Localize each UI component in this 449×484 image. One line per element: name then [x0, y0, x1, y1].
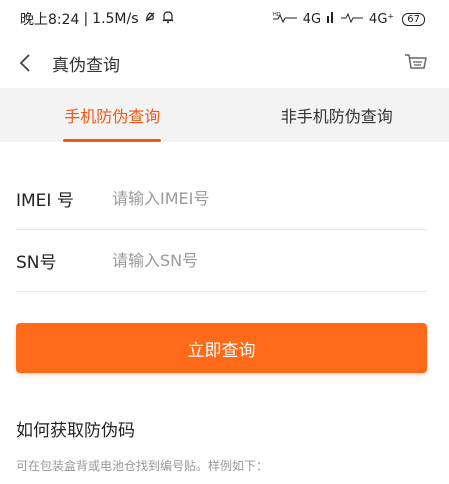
status-divider: |: [83, 11, 89, 27]
status-left: 晚上8:24 | 1.5M/s: [20, 9, 175, 29]
alarm-icon: [161, 10, 175, 28]
signal-1-label: 4G: [302, 11, 322, 27]
status-bar: 晚上8:24 | 1.5M/s HD 4G 4G⁺ 67: [0, 0, 449, 38]
nav-bar: 真伪查询: [0, 38, 449, 88]
tab-bar: 手机防伪查询 非手机防伪查询: [0, 88, 449, 142]
tab-non-phone-verify-label: 非手机防伪查询: [280, 107, 393, 126]
sn-row: SN号: [16, 229, 427, 292]
query-button[interactable]: 立即查询: [16, 323, 427, 373]
signal-bars-icon: [327, 11, 335, 27]
cart-icon[interactable]: [403, 50, 429, 76]
hd-wave-icon: HD: [272, 11, 297, 27]
imei-row: IMEI 号: [16, 167, 427, 230]
status-time: 晚上8:24: [20, 12, 80, 28]
tab-phone-verify[interactable]: 手机防伪查询: [0, 88, 225, 142]
help-title: 如何获取防伪码: [16, 421, 135, 441]
tab-non-phone-verify[interactable]: 非手机防伪查询: [225, 88, 449, 142]
page-title: 真伪查询: [52, 55, 120, 76]
sn-input[interactable]: [112, 250, 427, 270]
help-description: 可在包装盒背或电池仓找到编号贴。样例如下：: [16, 459, 269, 473]
signal-2-label: 4G⁺: [369, 11, 395, 27]
imei-input[interactable]: [112, 188, 427, 208]
tab-phone-verify-label: 手机防伪查询: [64, 107, 161, 126]
status-right: HD 4G 4G⁺ 67: [272, 11, 425, 27]
chevron-left-icon[interactable]: [14, 52, 36, 74]
battery-icon: 67: [402, 12, 425, 26]
sn-label: SN号: [16, 252, 57, 273]
wave-icon: [341, 11, 364, 27]
mute-icon: [143, 10, 157, 28]
imei-label: IMEI 号: [16, 190, 74, 211]
status-network-speed: 1.5M/s: [92, 11, 139, 27]
